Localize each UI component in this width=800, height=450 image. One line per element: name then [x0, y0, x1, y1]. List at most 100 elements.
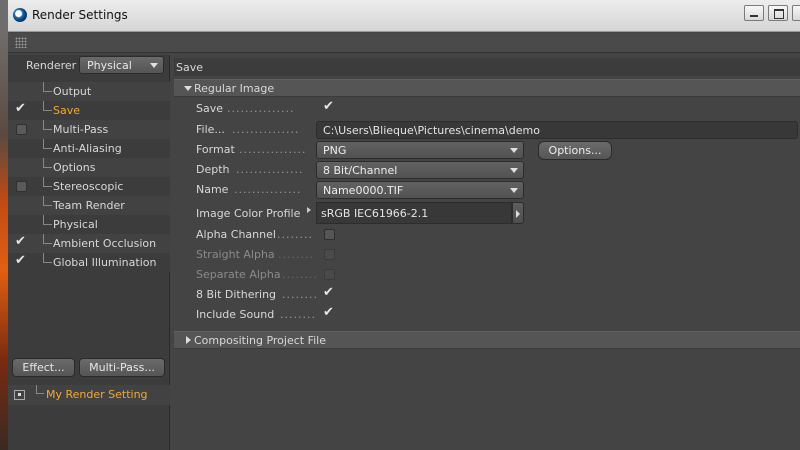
chevron-down-icon [150, 63, 158, 68]
name-label: Name [196, 183, 229, 196]
include-sound-checkbox[interactable]: ✔ [323, 306, 334, 320]
leader-dots: ........ [277, 228, 313, 241]
save-settings-panel: Save Regular Image Save ............... … [174, 55, 800, 450]
include-sound-row: Include Sound ........ ✔ [174, 305, 800, 325]
cinema4d-app-icon [13, 8, 27, 22]
dithering-checkbox[interactable]: ✔ [323, 286, 334, 300]
multi-pass-button[interactable]: Multi-Pass... [79, 358, 165, 377]
straight-alpha-label: Straight Alpha [196, 248, 275, 261]
toolbar [8, 33, 800, 53]
group-label: Compositing Project File [194, 334, 326, 347]
tree-item[interactable]: Options [8, 158, 170, 177]
name-value: Name0000.TIF [323, 184, 404, 197]
effect-button[interactable]: Effect... [12, 358, 75, 377]
tree-item[interactable]: ✔ Ambient Occlusion [8, 234, 170, 253]
renderer-row: Renderer Physical [8, 55, 170, 79]
group-label: Regular Image [194, 82, 275, 95]
depth-value: 8 Bit/Channel [323, 164, 398, 177]
depth-row: Depth ............... 8 Bit/Channel [174, 160, 800, 180]
color-profile-field[interactable]: sRGB IEC61966-2.1 [316, 202, 512, 224]
settings-tree-panel: Renderer Physical Output ✔ Save Multi-Pass A… [8, 55, 170, 450]
checkmark-icon[interactable]: ✔ [15, 102, 28, 116]
tree-connector [36, 385, 44, 394]
tree-connector [43, 158, 52, 168]
render-setting-item[interactable]: My Render Setting [8, 385, 170, 405]
color-profile-arrow-button[interactable] [512, 202, 524, 224]
tree-item[interactable]: Multi-Pass [8, 120, 170, 139]
depth-label: Depth [196, 163, 230, 176]
tree-connector [43, 177, 52, 187]
compositing-group-header[interactable]: Compositing Project File [174, 331, 800, 349]
tree-item[interactable]: Anti-Aliasing [8, 139, 170, 158]
panel-title: Save [174, 58, 800, 76]
separate-alpha-row: Separate Alpha ........ [174, 265, 800, 285]
alpha-channel-label: Alpha Channel [196, 228, 276, 241]
straight-alpha-checkbox[interactable] [324, 249, 335, 260]
leader-dots: ............... [232, 123, 300, 136]
alpha-channel-checkbox[interactable] [324, 229, 335, 240]
file-label[interactable]: File... [196, 123, 225, 136]
window-title: Render Settings [32, 8, 128, 22]
checkmark-icon[interactable]: ✔ [15, 254, 28, 268]
renderer-label: Renderer [26, 59, 77, 72]
tree-item[interactable]: Team Render [8, 196, 170, 215]
expand-triangle-icon[interactable] [307, 207, 311, 213]
separate-alpha-label: Separate Alpha [196, 268, 281, 281]
renderer-dropdown[interactable]: Physical [79, 56, 164, 74]
leader-dots: ........ [282, 268, 318, 281]
tree-connector [43, 82, 52, 92]
grip-icon[interactable] [15, 37, 27, 48]
enable-checkbox[interactable] [16, 124, 27, 135]
settings-tree: Output ✔ Save Multi-Pass Anti-Aliasing Option… [8, 82, 170, 272]
tree-item-label: Save [53, 104, 81, 117]
tree-item[interactable]: Output [8, 82, 170, 101]
format-dropdown[interactable]: PNG [316, 141, 524, 159]
depth-dropdown[interactable]: 8 Bit/Channel [316, 161, 524, 179]
checkmark-icon[interactable]: ✔ [15, 235, 28, 249]
tree-item[interactable]: Physical [8, 215, 170, 234]
save-label: Save [196, 102, 224, 115]
tree-item-label: Team Render [53, 199, 125, 212]
tree-item-label: Anti-Aliasing [53, 142, 122, 155]
maximize-button[interactable] [768, 5, 788, 21]
regular-image-group-header[interactable]: Regular Image [174, 79, 800, 97]
leader-dots: ............... [239, 143, 307, 156]
tree-item[interactable]: ✔ Global Illumination [8, 253, 170, 272]
tree-item-label: Options [53, 161, 96, 174]
tree-item-label: Global Illumination [53, 256, 157, 269]
tree-connector [43, 139, 52, 149]
format-row: Format ............... PNG Options... [174, 140, 800, 160]
tree-item-label: Multi-Pass [53, 123, 109, 136]
leader-dots: ............... [234, 183, 302, 196]
separate-alpha-checkbox[interactable] [324, 269, 335, 280]
leader-dots: ........ [278, 248, 314, 261]
file-path-input[interactable]: C:\Users\Blieque\Pictures\cinema\demo [316, 121, 798, 139]
leader-dots: ............... [236, 163, 304, 176]
tree-connector [43, 101, 52, 111]
expand-triangle-icon [184, 86, 192, 91]
tree-connector [43, 215, 52, 225]
tree-item[interactable]: Stereoscopic [8, 177, 170, 196]
save-checkbox[interactable]: ✔ [323, 100, 334, 114]
minimize-button[interactable] [744, 5, 764, 21]
file-row: File... ............... C:\Users\Blieque… [174, 120, 800, 140]
dithering-label: 8 Bit Dithering [196, 288, 277, 301]
tree-item-label: Output [53, 85, 92, 98]
tree-item-label: Stereoscopic [53, 180, 124, 193]
tree-item-label: Ambient Occlusion [53, 237, 157, 250]
chevron-down-icon [510, 188, 518, 193]
tree-item[interactable]: ✔ Save [8, 101, 170, 120]
format-label: Format [196, 143, 235, 156]
title-bar[interactable]: Render Settings [8, 0, 800, 32]
name-dropdown[interactable]: Name0000.TIF [316, 181, 524, 199]
close-button[interactable] [792, 5, 800, 21]
leader-dots: ........ [282, 288, 318, 301]
straight-alpha-row: Straight Alpha ........ [174, 245, 800, 265]
color-profile-label: Image Color Profile [196, 207, 301, 220]
collapse-triangle-icon [186, 336, 191, 344]
render-setting-label: My Render Setting [46, 388, 148, 401]
format-options-button[interactable]: Options... [538, 141, 612, 160]
tree-connector [43, 234, 52, 244]
render-setting-icon [14, 390, 25, 400]
enable-checkbox[interactable] [16, 181, 27, 192]
